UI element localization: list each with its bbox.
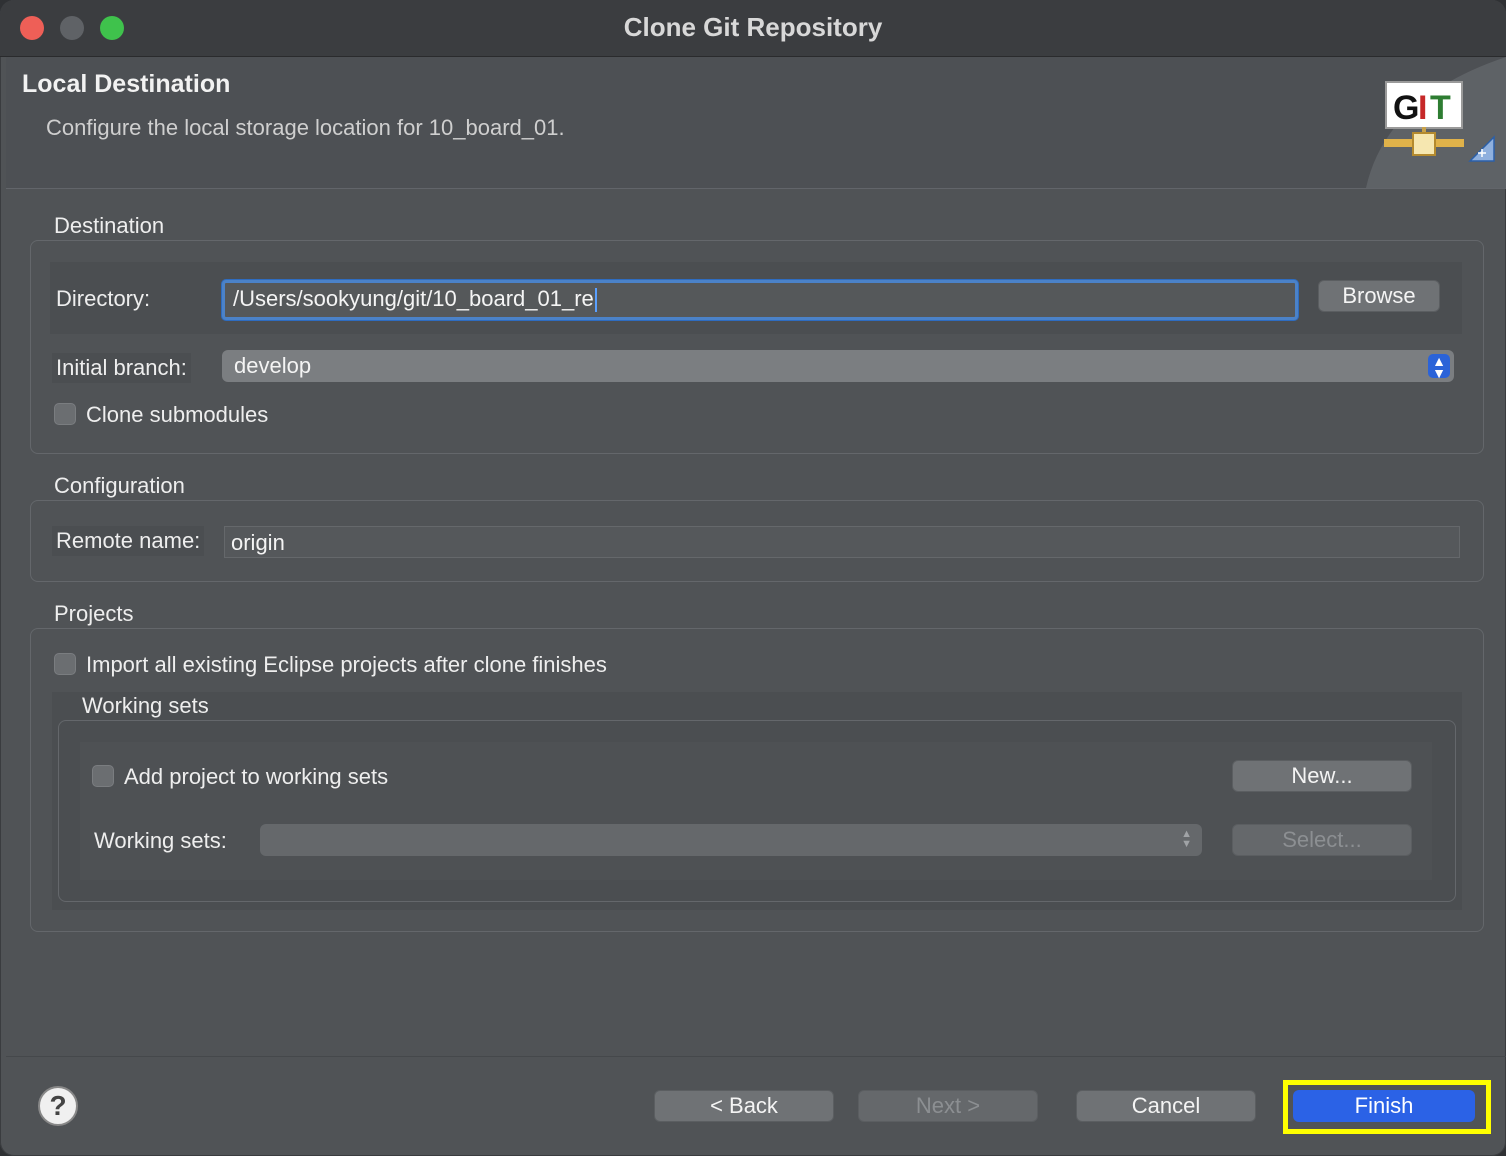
working-sets-group-label: Working sets (82, 693, 209, 718)
help-icon[interactable]: ? (38, 1086, 78, 1126)
window-title: Clone Git Repository (623, 12, 883, 42)
clone-git-repository-dialog: Clone Git Repository Local Destination C… (0, 0, 1506, 1156)
page-title: Local Destination (22, 70, 231, 98)
browse-button[interactable]: Browse (1318, 280, 1440, 312)
new-working-set-button[interactable]: New... (1232, 760, 1412, 792)
add-to-working-sets-label: Add project to working sets (124, 764, 389, 789)
svg-text:G: G (1393, 89, 1419, 127)
remote-name-input[interactable]: origin (224, 526, 1460, 558)
cancel-button[interactable]: Cancel (1076, 1090, 1256, 1122)
page-description: Configure the local storage location for… (46, 115, 565, 140)
import-projects-checkbox[interactable] (54, 653, 76, 675)
initial-branch-value: develop (234, 353, 312, 378)
chevron-updown-icon: ▲ ▼ (1428, 354, 1450, 380)
import-projects-label: Import all existing Eclipse projects aft… (86, 652, 607, 677)
svg-text:T: T (1430, 89, 1451, 127)
finish-button[interactable]: Finish (1293, 1090, 1475, 1122)
working-sets-select[interactable]: ▲ ▼ (260, 824, 1202, 856)
working-sets-inner (80, 742, 1432, 880)
working-sets-label: Working sets: (94, 828, 227, 853)
initial-branch-select[interactable]: develop ▲ ▼ (222, 350, 1454, 382)
clone-submodules-checkbox[interactable] (54, 403, 76, 425)
add-to-working-sets-checkbox[interactable] (92, 765, 114, 787)
directory-input[interactable]: /Users/sookyung/git/10_board_01_re (222, 280, 1298, 320)
remote-name-value: origin (231, 530, 285, 555)
wizard-header: Local Destination Configure the local st… (6, 57, 1506, 189)
projects-group-label: Projects (54, 601, 134, 626)
initial-branch-label: Initial branch: (52, 353, 191, 383)
git-logo-icon: G I T (1366, 57, 1506, 188)
remote-name-label: Remote name: (52, 526, 205, 556)
next-button[interactable]: Next > (858, 1090, 1038, 1122)
clone-submodules-label: Clone submodules (86, 402, 269, 427)
directory-label: Directory: (56, 286, 151, 311)
svg-text:I: I (1418, 89, 1427, 127)
configuration-group-label: Configuration (54, 473, 185, 498)
text-caret (594, 288, 597, 313)
directory-value: /Users/sookyung/git/10_board_01_re (233, 286, 594, 311)
title-bar: Clone Git Repository (0, 0, 1506, 57)
back-button[interactable]: < Back (654, 1090, 834, 1122)
select-working-sets-button[interactable]: Select... (1232, 824, 1412, 856)
destination-group-label: Destination (54, 213, 165, 238)
footer-divider (6, 1056, 1506, 1057)
chevron-updown-icon: ▲ ▼ (1181, 828, 1192, 850)
